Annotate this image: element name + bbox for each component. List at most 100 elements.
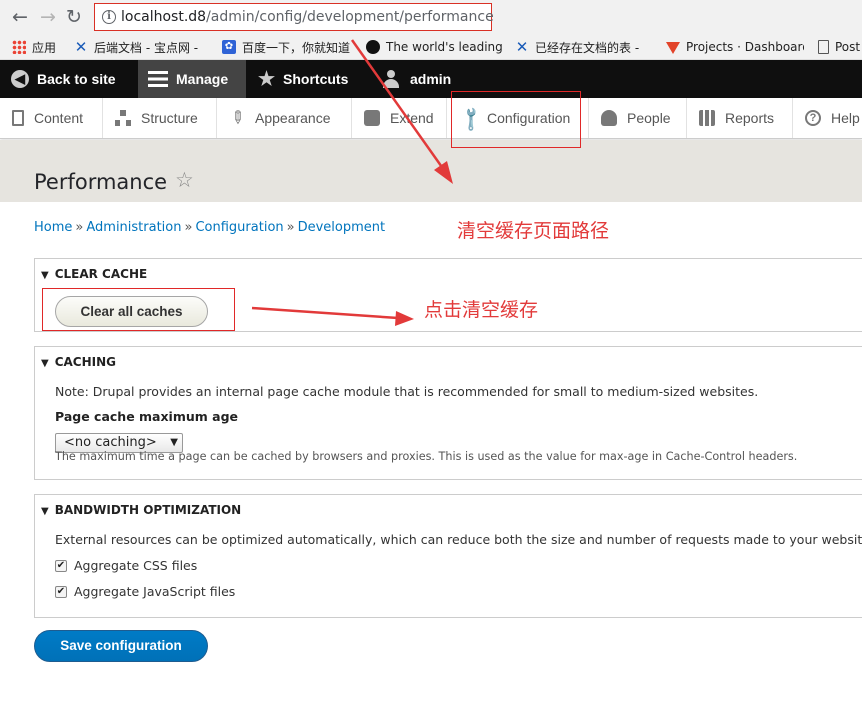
gitlab-icon [666,42,680,54]
breadcrumb: Home» Administration» Configuration» Develo… [34,220,385,235]
shortcuts-label: Shortcuts [283,71,349,87]
tray-item-appearance[interactable]: ✎ Appearance [217,98,352,138]
breadcrumb-home[interactable]: Home [34,220,72,235]
bookmark-label: 应用 [32,40,57,55]
apps-grid-icon [12,40,26,54]
puzzle-icon [364,110,380,126]
max-age-selected-value: <no caching> [64,435,157,450]
content-icon [12,110,24,126]
bookmark-item[interactable]: ✿ 百度一下，你就知道 [222,38,350,56]
admin-toolbar: ◀ Back to site Manage ★ Shortcuts admin [0,60,862,98]
baidu-paw-icon: ✿ [222,40,236,54]
reports-icon [699,110,715,126]
legend-text: CACHING [54,355,117,369]
back-arrow-icon[interactable]: ← [8,5,32,29]
max-age-description: The maximum time a page can be cached by… [55,450,798,463]
forward-arrow-icon[interactable]: → [36,5,60,29]
breadcrumb-configuration[interactable]: Configuration [195,220,283,235]
page-title: Performance [34,170,168,194]
bookmark-item[interactable]: ✕ 已经存在文档的表 - [515,38,657,56]
url-text[interactable]: localhost.d8/admin/config/development/pe… [121,9,494,25]
tray-item-label: Appearance [255,110,331,126]
info-icon[interactable]: i [102,10,116,24]
aggregate-js-label[interactable]: Aggregate JavaScript files [74,584,235,599]
bookmark-label: 后端文档 - 宝点网 - [94,40,199,55]
breadcrumb-administration[interactable]: Administration [86,220,181,235]
collapse-triangle-icon: ▼ [41,506,49,517]
click-annotation-text: 点击清空缓存 [424,299,539,321]
bookmark-label: Post [835,40,861,54]
user-tab[interactable]: admin [382,60,451,98]
bookmark-label: The world's leading [386,40,503,54]
aggregate-css-label[interactable]: Aggregate CSS files [74,558,197,573]
aggregate-js-row[interactable]: ✔ Aggregate JavaScript files [55,584,235,599]
url-path: /admin/config/development/performance [206,9,494,25]
help-icon: ? [805,110,821,126]
bookmark-item[interactable]: The world's leading [366,38,506,56]
breadcrumb-separator: » [184,220,193,235]
bookmark-label: 百度一下，你就知道 [242,40,351,55]
clear-cache-legend[interactable]: ▼ CLEAR CACHE [41,267,147,281]
clear-cache-highlight-box [42,288,235,331]
bookmark-item[interactable]: Projects · Dashboard [666,38,804,56]
shortcut-star-icon[interactable]: ☆ [175,168,194,192]
user-label: admin [410,71,452,87]
configuration-highlight-box [451,91,581,148]
tray-item-label: Help [831,110,860,126]
tray-item-reports[interactable]: Reports [687,98,793,138]
caching-fieldset: ▼ CACHING Note: Drupal provides an intern… [34,346,862,480]
people-icon [601,110,617,126]
aggregate-js-checkbox[interactable]: ✔ [55,585,67,598]
bandwidth-fieldset: ▼ BANDWIDTH OPTIMIZATION External resourc… [34,494,862,618]
collapse-triangle-icon: ▼ [41,358,49,369]
path-annotation-text: 清空缓存页面路径 [457,220,610,242]
tray-item-extend[interactable]: Extend [352,98,447,138]
aggregate-css-row[interactable]: ✔ Aggregate CSS files [55,558,197,573]
url-host: localhost.d8 [121,9,207,25]
document-icon [818,40,829,54]
tray-item-people[interactable]: People [589,98,687,138]
breadcrumb-development[interactable]: Development [298,220,386,235]
star-icon: ★ [258,68,276,90]
bookmark-label: Projects · Dashboard [686,40,804,54]
address-bar[interactable]: i localhost.d8/admin/config/development/… [94,3,494,31]
caching-legend[interactable]: ▼ CACHING [41,355,116,369]
save-configuration-button[interactable]: Save configuration [34,630,208,662]
tray-item-label: Extend [390,110,434,126]
structure-icon [115,110,131,126]
brush-icon: ✎ [225,105,250,130]
menu-icon [148,71,168,87]
bookmark-apps[interactable]: 应用 [12,38,56,56]
back-circle-icon: ◀ [11,70,29,88]
tray-item-label: Reports [725,110,775,126]
bookmark-item[interactable]: ✕ 后端文档 - 宝点网 - [74,38,214,56]
breadcrumb-separator: » [286,220,295,235]
bandwidth-description: External resources can be optimized auto… [55,532,862,547]
caching-note: Note: Drupal provides an internal page c… [55,384,759,399]
tray-item-content[interactable]: Content [0,98,103,138]
legend-text: CLEAR CACHE [54,267,148,281]
bandwidth-legend[interactable]: ▼ BANDWIDTH OPTIMIZATION [41,503,241,517]
aggregate-css-checkbox[interactable]: ✔ [55,559,67,572]
tray-item-label: People [627,110,671,126]
user-icon [382,70,400,88]
manage-label: Manage [176,71,229,87]
bookmarks-bar: 应用 ✕ 后端文档 - 宝点网 - ✿ 百度一下，你就知道 The world's … [0,34,862,60]
admin-tray: Content Structure ✎ Appearance Extend 🔧 Co… [0,98,862,139]
github-icon [366,40,380,54]
breadcrumb-separator: » [75,220,84,235]
shortcuts-tab[interactable]: ★ Shortcuts [258,60,348,98]
browser-address-row: ← → ↻ i localhost.d8/admin/config/develo… [0,0,862,34]
tray-item-help[interactable]: ? Help [793,98,862,138]
manage-tab[interactable]: Manage [138,60,246,98]
bookmark-item[interactable]: Post [818,38,860,56]
tray-item-label: Structure [141,110,198,126]
back-to-site-label: Back to site [37,71,116,87]
tray-item-structure[interactable]: Structure [103,98,217,138]
back-to-site-link[interactable]: ◀ Back to site [11,60,116,98]
tool-x-icon: ✕ [515,38,529,56]
collapse-triangle-icon: ▼ [41,270,49,281]
legend-text: BANDWIDTH OPTIMIZATION [54,503,242,517]
tray-item-label: Content [34,110,84,126]
reload-icon[interactable]: ↻ [62,5,86,29]
